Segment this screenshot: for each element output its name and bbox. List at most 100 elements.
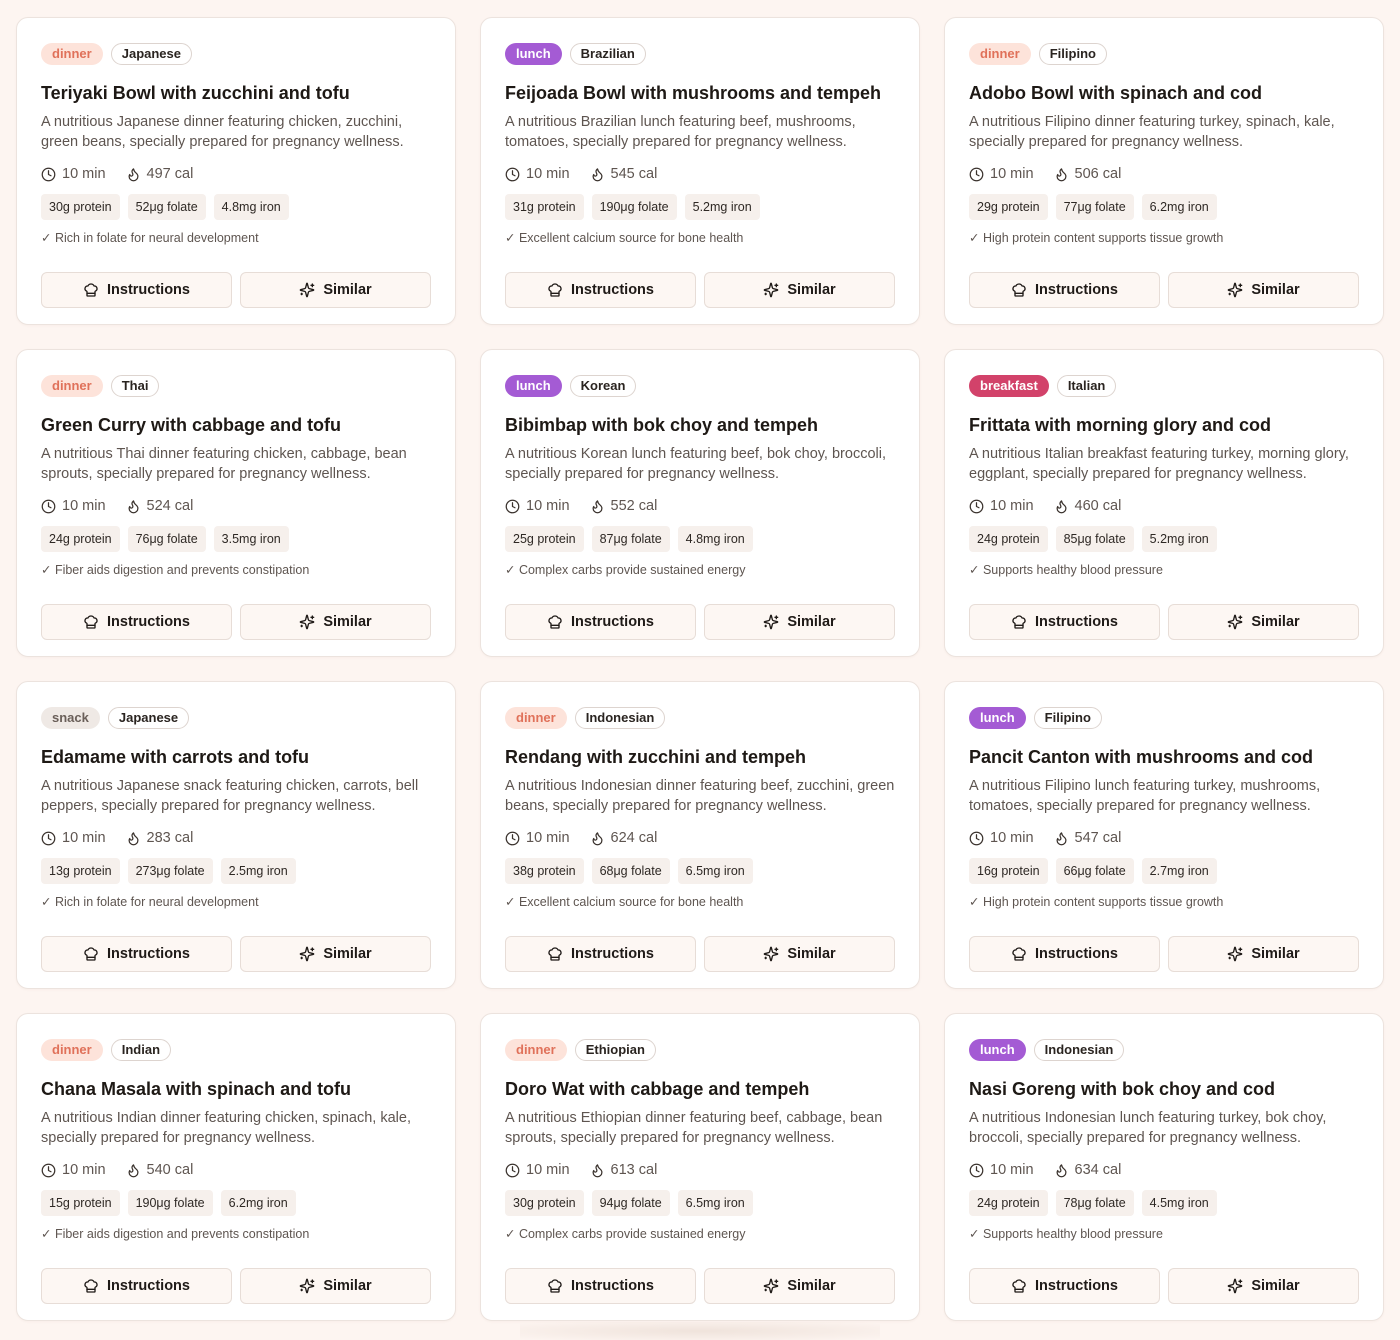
instructions-button[interactable]: Instructions [505,1268,696,1304]
similar-button[interactable]: Similar [704,1268,895,1304]
recipe-tags: dinner Indian [41,1038,431,1062]
nutrient-chips: 29g protein 77μg folate 6.2mg iron [969,194,1359,220]
calories: 552 cal [590,498,657,514]
prep-time-value: 10 min [62,166,106,182]
folate-chip: 77μg folate [1055,194,1134,220]
instructions-button[interactable]: Instructions [41,272,232,308]
similar-button[interactable]: Similar [704,936,895,972]
prep-time: 10 min [969,1162,1034,1178]
recipe-tags: dinner Filipino [969,42,1359,66]
similar-button[interactable]: Similar [704,604,895,640]
recipe-grid: dinner Japanese Teriyaki Bowl with zucch… [16,17,1384,1321]
similar-button[interactable]: Similar [1168,936,1359,972]
iron-chip: 2.7mg iron [1141,858,1217,884]
calories: 497 cal [126,166,194,182]
card-actions: Instructions Similar [505,272,895,308]
instructions-button-label: Instructions [1035,282,1118,298]
meal-type-badge: lunch [969,1039,1026,1061]
similar-button-label: Similar [1251,282,1300,298]
similar-button[interactable]: Similar [240,1268,431,1304]
similar-button[interactable]: Similar [704,272,895,308]
similar-button[interactable]: Similar [240,604,431,640]
prep-time: 10 min [969,498,1034,514]
calories-value: 540 cal [146,1162,194,1178]
clock-icon [505,167,520,181]
cuisine-badge: Japanese [110,43,192,65]
similar-button[interactable]: Similar [240,936,431,972]
recipe-title: Doro Wat with cabbage and tempeh [505,1079,810,1099]
clock-icon [505,1163,520,1177]
protein-chip: 30g protein [41,194,120,220]
health-benefit: ✓ Rich in folate for neural development [41,895,259,909]
instructions-button[interactable]: Instructions [969,1268,1160,1304]
similar-button-label: Similar [1251,1278,1300,1294]
iron-chip: 5.2mg iron [684,194,760,220]
similar-button[interactable]: Similar [1168,272,1359,308]
prep-time-value: 10 min [990,498,1034,514]
protein-chip: 15g protein [41,1190,120,1216]
folate-chip: 66μg folate [1055,858,1134,884]
calories-value: 283 cal [146,830,194,846]
similar-button[interactable]: Similar [240,272,431,308]
recipe-description: A nutritious Indonesian lunch featuring … [969,1110,1327,1146]
calories: 547 cal [1054,830,1121,846]
recipe-card: breakfast Italian Frittata with morning … [944,349,1384,657]
recipe-meta: 10 min 552 cal [505,496,895,516]
instructions-button-label: Instructions [107,1278,190,1294]
similar-button-label: Similar [1251,614,1300,630]
recipe-description: A nutritious Ethiopian dinner featuring … [505,1110,883,1146]
similar-button[interactable]: Similar [1168,1268,1359,1304]
meal-type-badge: lunch [505,375,562,397]
protein-chip: 24g protein [969,1190,1048,1216]
instructions-button-label: Instructions [571,1278,654,1294]
sparkles-icon [299,1278,315,1294]
cuisine-badge: Indonesian [1033,1039,1125,1061]
instructions-button[interactable]: Instructions [969,272,1160,308]
recipe-tags: snack Japanese [41,706,431,730]
recipe-meta: 10 min 547 cal [969,828,1359,848]
cuisine-badge: Korean [569,375,637,397]
sparkles-icon [763,614,779,630]
recipe-title: Rendang with zucchini and tempeh [505,747,807,767]
instructions-button-label: Instructions [1035,614,1118,630]
chef-hat-icon [1012,1279,1026,1293]
folate-chip: 68μg folate [591,858,670,884]
similar-button[interactable]: Similar [1168,604,1359,640]
clock-icon [41,499,56,513]
recipe-description: A nutritious Indonesian dinner featuring… [505,778,895,814]
cuisine-badge: Indian [110,1039,172,1061]
card-actions: Instructions Similar [505,1268,895,1304]
prep-time-value: 10 min [62,498,106,514]
chef-hat-icon [548,615,562,629]
meal-type-badge: dinner [505,1039,567,1061]
flame-icon [592,1163,603,1177]
instructions-button[interactable]: Instructions [505,272,696,308]
folate-chip: 94μg folate [591,1190,670,1216]
instructions-button[interactable]: Instructions [505,604,696,640]
instructions-button[interactable]: Instructions [41,1268,232,1304]
instructions-button-label: Instructions [1035,1278,1118,1294]
calories-value: 497 cal [146,166,194,182]
instructions-button[interactable]: Instructions [505,936,696,972]
recipe-tags: dinner Indonesian [505,706,895,730]
folate-chip: 85μg folate [1055,526,1134,552]
instructions-button[interactable]: Instructions [41,936,232,972]
instructions-button[interactable]: Instructions [41,604,232,640]
recipe-card: dinner Indonesian Rendang with zucchini … [480,681,920,989]
health-benefit: ✓ Complex carbs provide sustained energy [505,563,746,577]
health-benefit: ✓ Excellent calcium source for bone heal… [505,895,744,909]
protein-chip: 24g protein [969,526,1048,552]
meal-type-badge: snack [41,707,100,729]
folate-chip: 190μg folate [127,1190,213,1216]
instructions-button[interactable]: Instructions [969,604,1160,640]
prep-time: 10 min [41,1162,106,1178]
prep-time: 10 min [41,830,106,846]
recipe-title: Frittata with morning glory and cod [969,415,1272,435]
instructions-button[interactable]: Instructions [969,936,1160,972]
recipe-title: Feijoada Bowl with mushrooms and tempeh [505,83,882,103]
flame-icon [128,831,139,845]
sparkles-icon [763,1278,779,1294]
cuisine-badge: Indonesian [574,707,666,729]
prep-time: 10 min [41,498,106,514]
clock-icon [505,499,520,513]
